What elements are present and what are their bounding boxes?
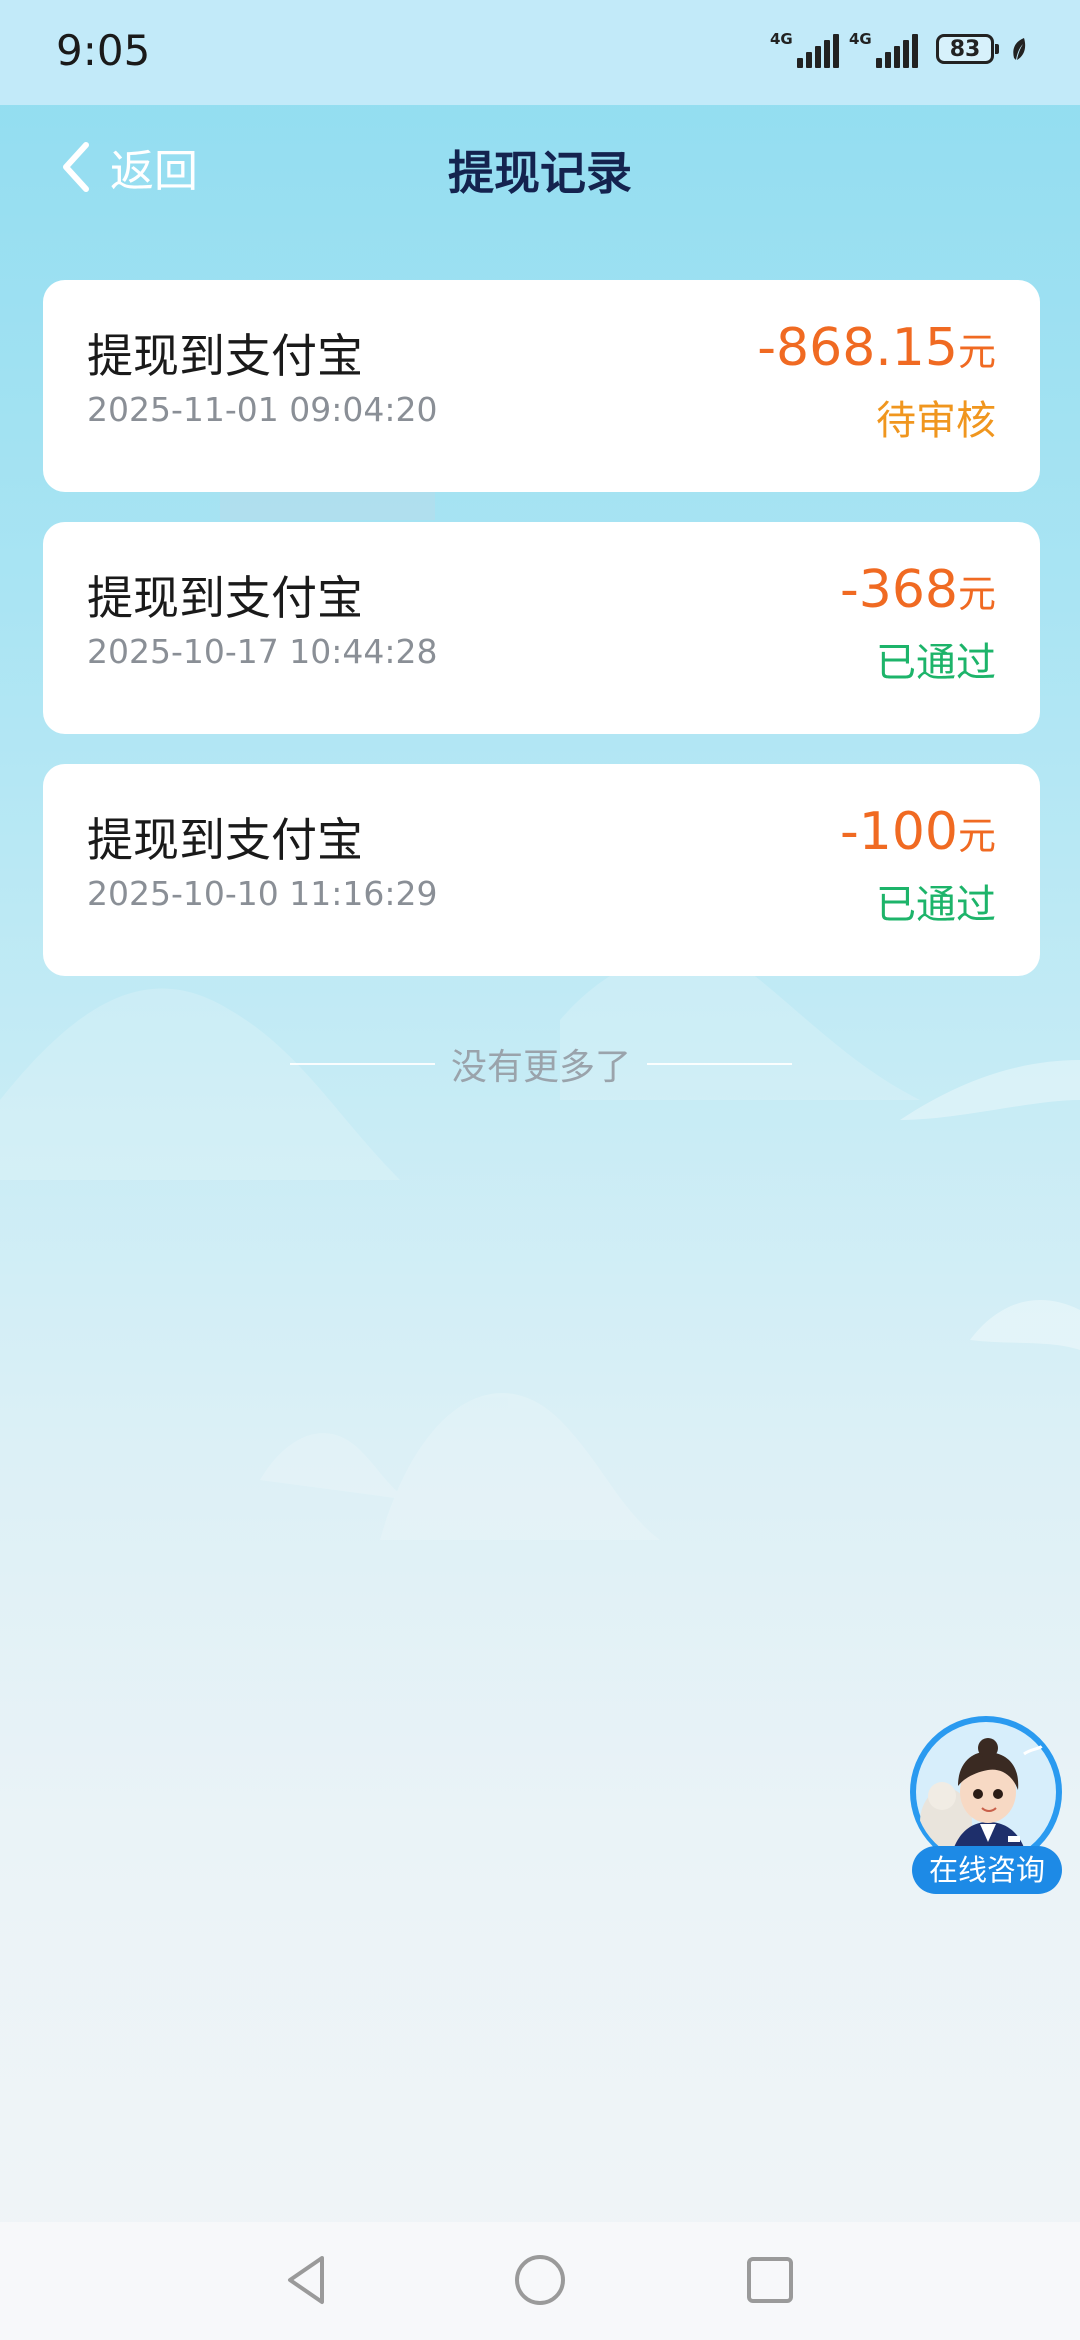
withdrawal-record-list: 提现到支付宝 2025-11-01 09:04:20 -868.15元 待审核 … bbox=[43, 280, 1040, 1006]
header: 返回 提现记录 bbox=[0, 105, 1080, 235]
record-status: 已通过 bbox=[876, 882, 996, 928]
record-time: 2025-10-17 10:44:28 bbox=[87, 632, 438, 671]
amount-value: -368 bbox=[839, 560, 958, 620]
divider-line bbox=[647, 1063, 792, 1065]
record-card[interactable]: 提现到支付宝 2025-11-01 09:04:20 -868.15元 待审核 bbox=[43, 280, 1040, 492]
back-triangle-icon[interactable] bbox=[276, 2248, 340, 2312]
divider-line bbox=[289, 1063, 435, 1065]
end-of-list-divider: 没有更多了 bbox=[285, 1038, 797, 1090]
battery-icon: 83 bbox=[936, 34, 999, 64]
record-amount: -100元 bbox=[840, 802, 996, 862]
signal-icon: 4G bbox=[770, 30, 839, 68]
system-navigation-bar bbox=[0, 2222, 1080, 2340]
end-of-list-text: 没有更多了 bbox=[450, 1047, 631, 1088]
amount-unit: 元 bbox=[957, 814, 996, 858]
page-title: 提现记录 bbox=[448, 146, 632, 200]
amount-value: -868.15 bbox=[757, 318, 958, 378]
record-card[interactable]: 提现到支付宝 2025-10-10 11:16:29 -100元 已通过 bbox=[43, 764, 1040, 976]
amount-unit: 元 bbox=[957, 572, 996, 616]
record-status: 已通过 bbox=[876, 640, 996, 686]
record-time: 2025-11-01 09:04:20 bbox=[87, 390, 438, 429]
home-circle-icon[interactable] bbox=[508, 2248, 572, 2312]
status-icons: 4G 4G 83 bbox=[770, 30, 1028, 68]
online-consult-label: 在线咨询 bbox=[912, 1846, 1062, 1894]
record-title: 提现到支付宝 bbox=[87, 329, 363, 383]
online-consult-button[interactable]: 在线咨询 bbox=[906, 1714, 1066, 1900]
status-time: 9:05 bbox=[56, 26, 151, 75]
recents-square-icon[interactable] bbox=[738, 2248, 802, 2312]
network-type-label: 4G bbox=[770, 30, 793, 48]
power-saving-leaf-icon bbox=[1013, 38, 1026, 60]
signal-icon: 4G bbox=[849, 30, 918, 68]
record-status: 待审核 bbox=[876, 398, 996, 444]
record-amount: -868.15元 bbox=[757, 318, 996, 378]
record-card[interactable]: 提现到支付宝 2025-10-17 10:44:28 -368元 已通过 bbox=[43, 522, 1040, 734]
record-title: 提现到支付宝 bbox=[87, 571, 363, 625]
record-time: 2025-10-10 11:16:29 bbox=[87, 874, 438, 913]
amount-unit: 元 bbox=[957, 330, 996, 374]
status-bar: 9:05 4G 4G 83 bbox=[0, 0, 1080, 105]
network-type-label: 4G bbox=[849, 30, 872, 48]
record-title: 提现到支付宝 bbox=[87, 813, 363, 867]
record-amount: -368元 bbox=[840, 560, 996, 620]
amount-value: -100 bbox=[839, 802, 958, 862]
